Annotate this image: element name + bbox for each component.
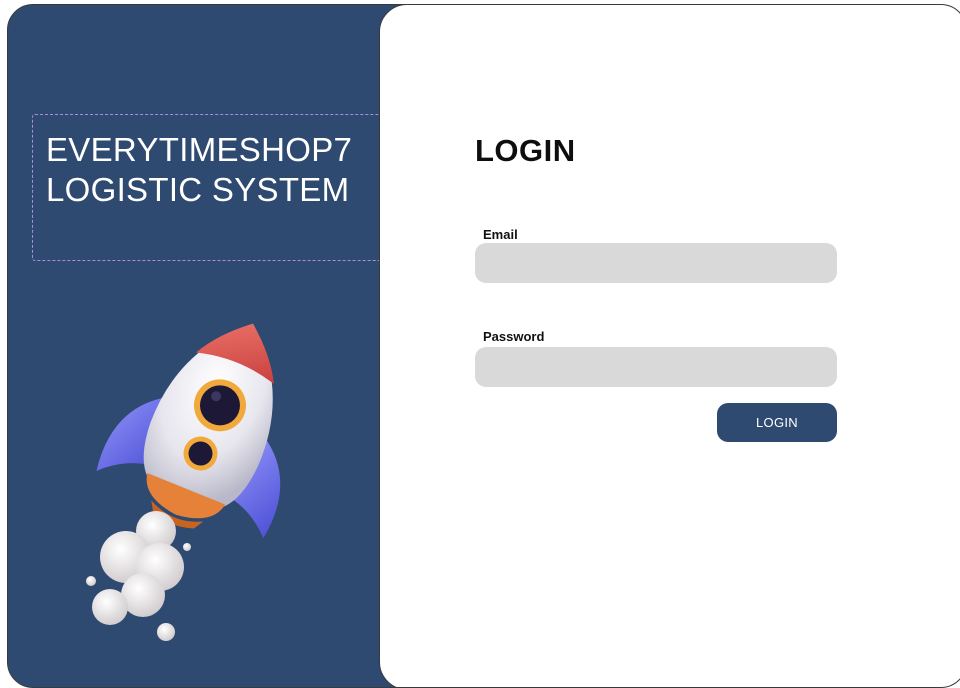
login-title: LOGIN (475, 133, 576, 168)
brand-title-box: EVERYTIMESHOP7 LOGISTIC SYSTEM (32, 114, 396, 261)
branding-panel: EVERYTIMESHOP7 LOGISTIC SYSTEM (8, 5, 408, 687)
app-window: EVERYTIMESHOP7 LOGISTIC SYSTEM LOGIN Ema… (7, 4, 960, 688)
email-label: Email (483, 227, 518, 242)
login-button[interactable]: LOGIN (717, 403, 837, 442)
email-field[interactable] (475, 243, 837, 283)
login-panel: LOGIN Email Password LOGIN (379, 5, 960, 687)
rocket-illustration (68, 295, 348, 655)
rocket-icon (86, 323, 281, 641)
brand-title-line-1: EVERYTIMESHOP7 (46, 131, 353, 168)
brand-title-line-2: LOGISTIC SYSTEM (46, 171, 350, 208)
password-field[interactable] (475, 347, 837, 387)
password-label: Password (483, 329, 545, 344)
